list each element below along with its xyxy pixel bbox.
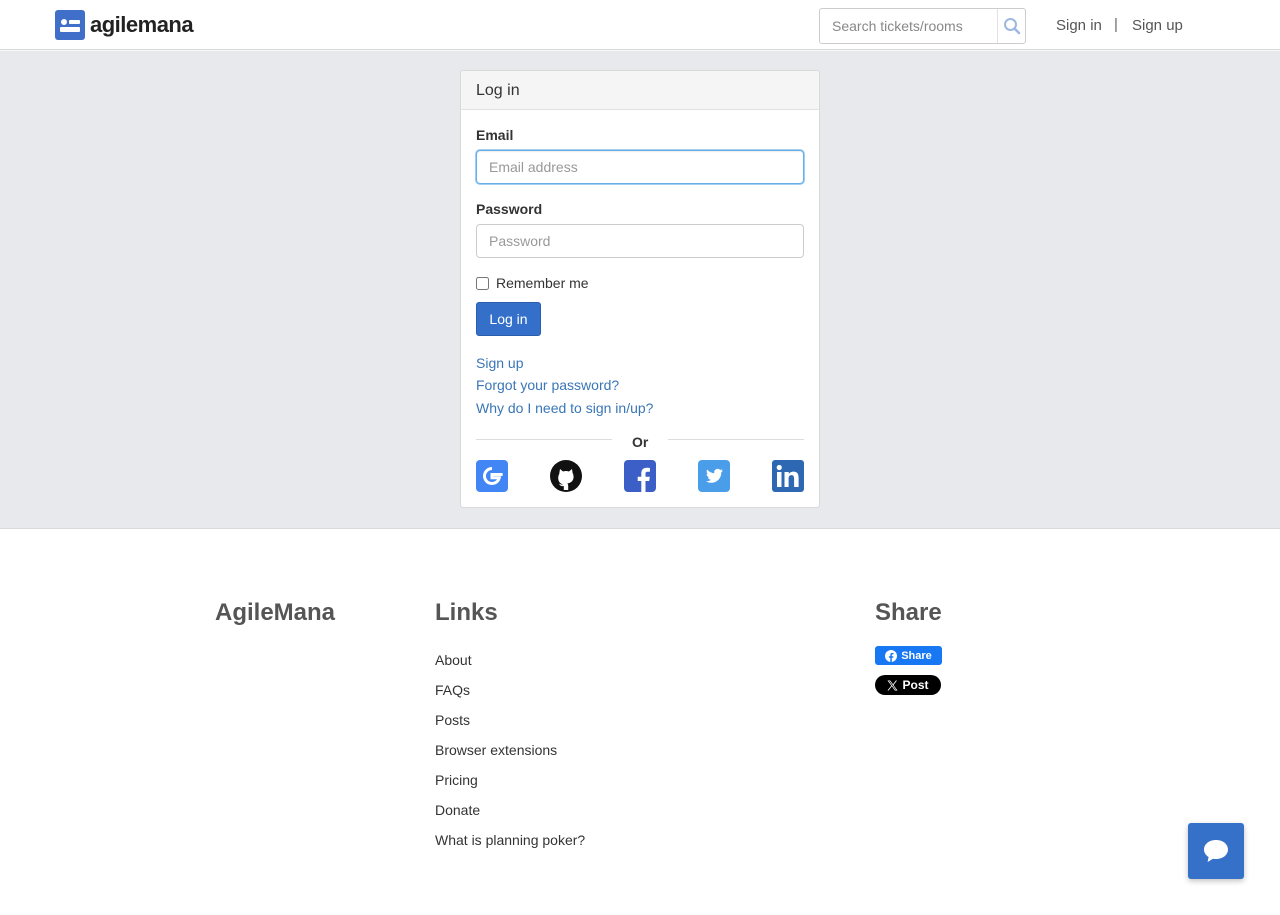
footer-share-title: Share xyxy=(875,599,942,626)
x-post-button[interactable]: Post xyxy=(875,675,941,695)
nav-signup-link[interactable]: Sign up xyxy=(1132,17,1183,34)
twitter-icon xyxy=(698,460,730,492)
search-icon xyxy=(1003,18,1020,35)
search-box xyxy=(819,8,1026,44)
chat-bubble-icon xyxy=(1204,840,1228,862)
login-button[interactable]: Log in xyxy=(476,302,541,336)
twitter-login-button[interactable] xyxy=(698,460,730,492)
footer-link-donate[interactable]: Donate xyxy=(435,802,480,818)
facebook-icon xyxy=(624,460,656,492)
divider-right xyxy=(668,439,804,440)
search-button[interactable] xyxy=(997,9,1025,43)
linkedin-login-button[interactable] xyxy=(772,460,804,492)
google-login-button[interactable] xyxy=(476,460,508,492)
footer-link-faqs[interactable]: FAQs xyxy=(435,682,470,698)
divider-left xyxy=(476,439,612,440)
remember-me[interactable]: Remember me xyxy=(476,275,589,291)
email-label: Email xyxy=(476,127,514,143)
brand-name: agilemana xyxy=(90,12,194,37)
github-login-button[interactable] xyxy=(550,460,582,492)
brand-logo-link[interactable]: agilemana xyxy=(55,10,194,40)
login-panel: Log in Email Password Remember me Log in… xyxy=(460,70,820,508)
password-label: Password xyxy=(476,201,543,217)
facebook-login-button[interactable] xyxy=(624,460,656,492)
login-panel-title: Log in xyxy=(461,71,819,110)
signup-link[interactable]: Sign up xyxy=(476,355,523,371)
linkedin-icon xyxy=(772,460,804,492)
remember-me-checkbox[interactable] xyxy=(476,276,489,290)
x-logo-icon xyxy=(887,680,898,690)
footer-links-title: Links xyxy=(435,599,498,626)
footer-link-planning-poker[interactable]: What is planning poker? xyxy=(435,832,585,848)
search-input[interactable] xyxy=(820,9,998,43)
top-navbar: agilemana Sign in | Sign up xyxy=(0,0,1280,50)
nav-separator: | xyxy=(1114,16,1118,33)
logo-icon xyxy=(55,10,85,40)
nav-signin-link[interactable]: Sign in xyxy=(1056,17,1102,34)
facebook-share-button[interactable]: Share xyxy=(875,646,942,665)
chat-widget-button[interactable] xyxy=(1188,823,1244,879)
remember-me-label: Remember me xyxy=(496,275,589,291)
facebook-icon xyxy=(885,649,898,662)
google-icon xyxy=(476,460,508,492)
footer-link-pricing[interactable]: Pricing xyxy=(435,772,478,788)
or-divider-text: Or xyxy=(632,434,649,450)
footer-link-about[interactable]: About xyxy=(435,652,472,668)
footer-link-posts[interactable]: Posts xyxy=(435,712,470,728)
email-field[interactable] xyxy=(476,150,804,184)
forgot-password-link[interactable]: Forgot your password? xyxy=(476,377,619,393)
footer-link-browser-extensions[interactable]: Browser extensions xyxy=(435,742,557,758)
facebook-share-label: Share xyxy=(901,649,932,662)
password-field[interactable] xyxy=(476,224,804,258)
why-signin-link[interactable]: Why do I need to sign in/up? xyxy=(476,400,653,416)
footer-brand-title: AgileMana xyxy=(215,599,336,626)
x-post-label: Post xyxy=(902,678,929,692)
github-icon xyxy=(550,460,582,492)
